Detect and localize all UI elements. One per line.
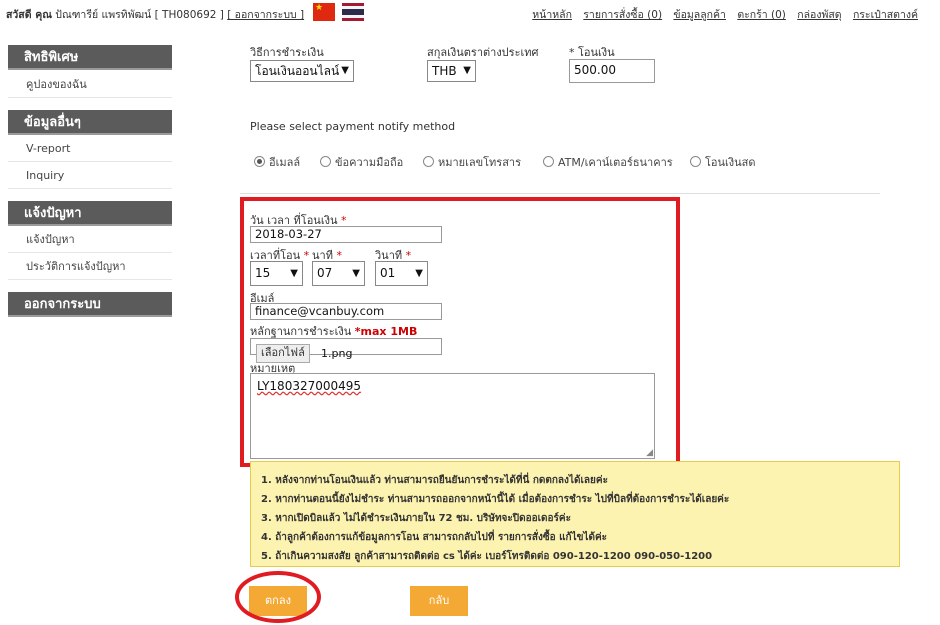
logout-link[interactable]: [ ออกจากระบบ ] bbox=[227, 9, 304, 21]
nav-parcel-box[interactable]: กล่องพัสดุ bbox=[797, 9, 841, 21]
greeting-prefix: สวัสดี คุณ bbox=[6, 9, 52, 21]
notify-option-label: โอนเงินสด bbox=[705, 156, 756, 169]
greeting: สวัสดี คุณ ปัณฑารีย์ แพรทิพัฒน์ [ TH0806… bbox=[6, 6, 304, 23]
radio-icon bbox=[543, 156, 554, 167]
payment-method-select[interactable]: โอนเงินออนไลน์ ▼ bbox=[250, 60, 354, 82]
sidebar-header-privileges: สิทธิพิเศษ bbox=[8, 45, 172, 70]
instruction-item: 5. ถ้าเกินความสงสัย ลูกค้าสามารถติดต่อ c… bbox=[261, 551, 713, 562]
sidebar-item-my-coupons[interactable]: คูปองของฉัน bbox=[8, 72, 172, 98]
currency-select[interactable]: THB ▼ bbox=[427, 60, 476, 82]
nav-cart[interactable]: ตะกร้า (0) bbox=[737, 9, 786, 21]
notify-option-fax[interactable]: หมายเลขโทรสาร bbox=[423, 153, 521, 171]
nav-home[interactable]: หน้าหลัก bbox=[532, 9, 572, 21]
instructions-panel: 1. หลังจากท่านโอนเงินแล้ว ท่านสามารถยืนย… bbox=[250, 461, 900, 567]
payment-method-value: โอนเงินออนไลน์ bbox=[255, 64, 340, 78]
notify-option-label: ข้อความมือถือ bbox=[335, 156, 404, 169]
amount-input[interactable]: 500.00 bbox=[569, 59, 655, 83]
notify-option-label: ATM/เคาน์เตอร์ธนาคาร bbox=[558, 156, 673, 169]
notify-method-title: Please select payment notify method bbox=[250, 120, 456, 133]
instruction-item: 1. หลังจากท่านโอนเงินแล้ว ท่านสามารถยืนย… bbox=[261, 475, 608, 486]
back-button[interactable]: กลับ bbox=[410, 586, 468, 616]
notify-option-label: อีเมลล์ bbox=[269, 156, 301, 169]
china-flag-icon[interactable]: ★ bbox=[313, 3, 335, 21]
sidebar-item-problem-history[interactable]: ประวัติการแจ้งปัญหา bbox=[8, 254, 172, 280]
payment-method-label: วิธีการชำระเงิน bbox=[250, 46, 324, 59]
nav-wallet[interactable]: กระเป๋าสตางค์ bbox=[853, 9, 918, 21]
sidebar-item-inquiry[interactable]: Inquiry bbox=[8, 163, 172, 189]
user-code: [ TH080692 ] bbox=[154, 9, 224, 21]
highlight-circle bbox=[235, 571, 321, 623]
user-name: ปัณฑารีย์ แพรทิพัฒน์ bbox=[55, 9, 152, 21]
currency-label: สกุลเงินตราต่างประเทศ bbox=[427, 46, 539, 59]
sidebar-item-report-problem[interactable]: แจ้งปัญหา bbox=[8, 227, 172, 253]
notify-option-cash[interactable]: โอนเงินสด bbox=[690, 153, 756, 171]
chevron-down-icon: ▼ bbox=[463, 65, 471, 76]
radio-icon bbox=[320, 156, 331, 167]
top-nav: หน้าหลัก รายการสั่งซื้อ (0) ข้อมูลลูกค้า… bbox=[524, 6, 918, 23]
sidebar-logout[interactable]: ออกจากระบบ bbox=[8, 292, 172, 317]
sidebar-header-other-info: ข้อมูลอื่นๆ bbox=[8, 110, 172, 135]
radio-icon bbox=[254, 156, 265, 167]
chevron-down-icon: ▼ bbox=[341, 65, 349, 76]
instruction-item: 2. หากท่านตอนนี้ยังไม่ชำระ ท่านสามารถออก… bbox=[261, 494, 730, 505]
sidebar-header-report-problem: แจ้งปัญหา bbox=[8, 201, 172, 226]
sidebar-item-v-report[interactable]: V-report bbox=[8, 136, 172, 162]
notify-option-label: หมายเลขโทรสาร bbox=[438, 156, 522, 169]
top-bar: สวัสดี คุณ ปัณฑารีย์ แพรทิพัฒน์ [ TH0806… bbox=[0, 0, 940, 28]
nav-orders[interactable]: รายการสั่งซื้อ (0) bbox=[583, 9, 662, 21]
divider bbox=[240, 193, 880, 194]
radio-icon bbox=[690, 156, 701, 167]
notify-option-email[interactable]: อีเมลล์ bbox=[254, 153, 300, 171]
highlight-box bbox=[240, 197, 680, 467]
radio-icon bbox=[423, 156, 434, 167]
notify-option-atm[interactable]: ATM/เคาน์เตอร์ธนาคาร bbox=[543, 153, 673, 171]
nav-customer-info[interactable]: ข้อมูลลูกค้า bbox=[673, 9, 726, 21]
notify-option-sms[interactable]: ข้อความมือถือ bbox=[320, 153, 403, 171]
instruction-item: 3. หากเปิดบิลแล้ว ไม่ได้ชำระเงินภายใน 72… bbox=[261, 513, 571, 524]
currency-value: THB bbox=[432, 64, 457, 78]
thailand-flag-icon[interactable] bbox=[342, 3, 364, 21]
instruction-item: 4. ถ้าลูกค้าต้องการแก้ข้อมูลการโอน สามาร… bbox=[261, 532, 608, 543]
